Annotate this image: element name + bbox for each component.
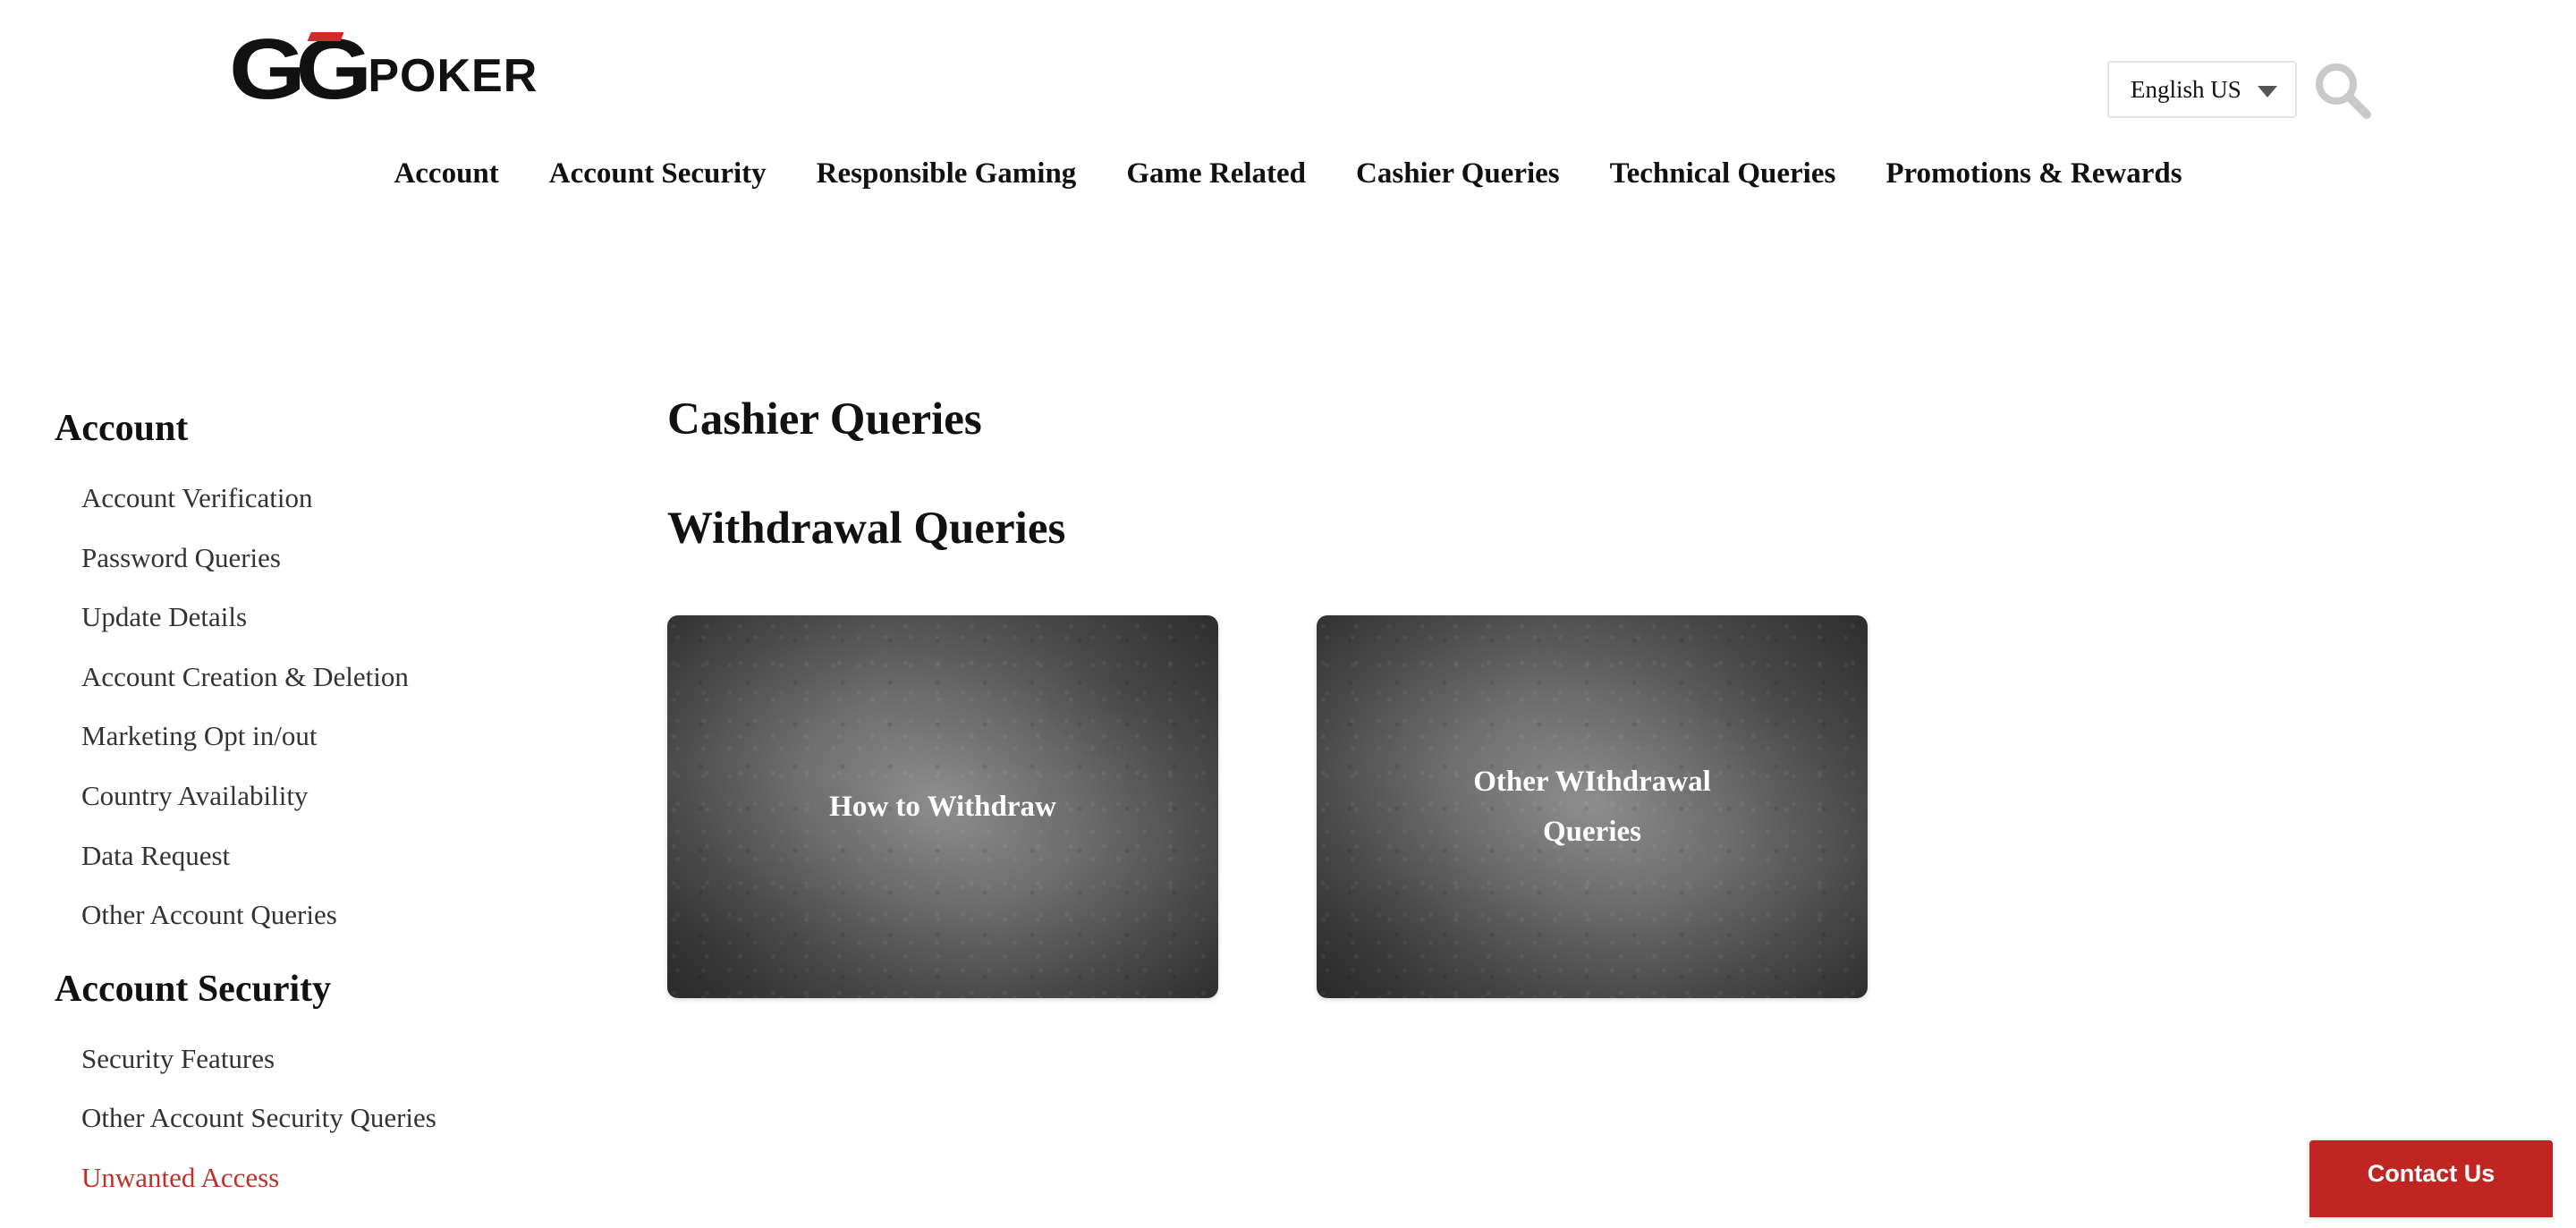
nav-item-technical-queries[interactable]: Technical Queries [1585, 157, 1861, 202]
nav-item-game-related[interactable]: Game Related [1101, 157, 1331, 202]
contact-us-label: Contact Us [2367, 1159, 2496, 1187]
nav-item-account-security[interactable]: Account Security [524, 157, 792, 202]
main-nav: Account Account Security Responsible Gam… [0, 157, 2576, 202]
page-title: Cashier Queries [667, 394, 982, 445]
language-select-value: English US [2131, 75, 2241, 103]
sidebar-item-security-features[interactable]: Security Features [55, 1029, 591, 1089]
sidebar-item-account-creation-deletion[interactable]: Account Creation & Deletion [55, 648, 591, 707]
search-icon[interactable] [2313, 61, 2372, 120]
sidebar-list-account-security: Security Features Other Account Security… [55, 1029, 591, 1208]
card-label: How to Withdraw [829, 791, 1056, 823]
gg-poker-logo[interactable]: GG POKER [229, 27, 538, 113]
chevron-down-icon [2258, 86, 2277, 97]
logo-poker-text: POKER [368, 50, 538, 102]
nav-item-account[interactable]: Account [369, 157, 523, 202]
logo-accent [307, 32, 344, 41]
sidebar-item-account-verification[interactable]: Account Verification [55, 469, 591, 529]
sidebar-item-password-queries[interactable]: Password Queries [55, 529, 591, 589]
sidebar-item-country-availability[interactable]: Country Availability [55, 766, 591, 826]
sidebar-item-data-request[interactable]: Data Request [55, 826, 591, 886]
section-title: Withdrawal Queries [667, 504, 1066, 554]
nav-item-promotions-rewards[interactable]: Promotions & Rewards [1860, 157, 2207, 202]
logo-gg-text: GG [229, 21, 372, 117]
sidebar-section-account-security[interactable]: Account Security [55, 965, 591, 1013]
sidebar-section-account[interactable]: Account [55, 404, 591, 453]
sidebar-item-update-details[interactable]: Update Details [55, 588, 591, 648]
sidebar-item-unwanted-access[interactable]: Unwanted Access [55, 1148, 591, 1208]
sidebar-item-other-account-queries[interactable]: Other Account Queries [55, 885, 591, 945]
nav-item-cashier-queries[interactable]: Cashier Queries [1331, 157, 1585, 202]
contact-us-button[interactable]: Contact Us [2309, 1140, 2553, 1217]
sidebar-list-account: Account Verification Password Queries Up… [55, 469, 591, 945]
sidebar-item-marketing-opt[interactable]: Marketing Opt in/out [55, 707, 591, 766]
card-other-withdrawal-queries[interactable]: Other WIthdrawal Queries [1317, 615, 1868, 998]
sidebar: Account Account Verification Password Qu… [55, 404, 591, 1228]
card-how-to-withdraw[interactable]: How to Withdraw [667, 615, 1218, 998]
language-select[interactable]: English US [2107, 61, 2297, 118]
card-label: Other WIthdrawal Queries [1473, 766, 1711, 848]
nav-item-responsible-gaming[interactable]: Responsible Gaming [792, 157, 1102, 202]
sidebar-item-other-account-security-queries[interactable]: Other Account Security Queries [55, 1088, 591, 1148]
